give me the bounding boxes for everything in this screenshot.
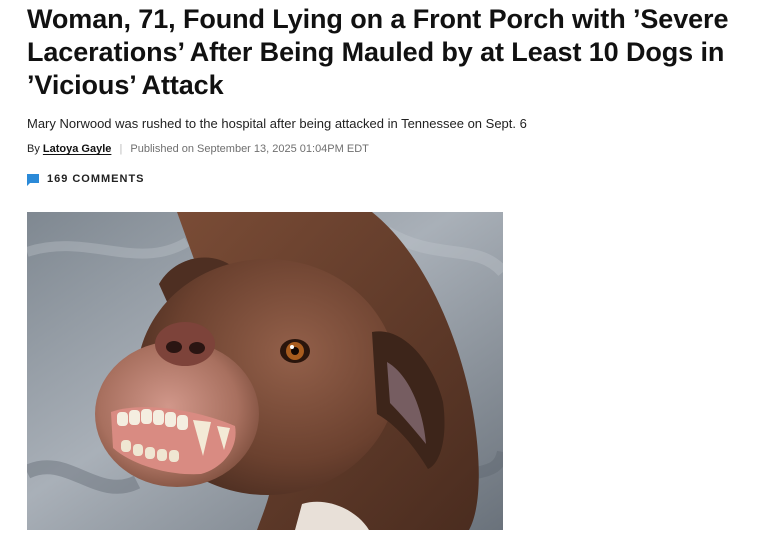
comments-label: COMMENTS bbox=[72, 173, 145, 185]
article-subheading: Mary Norwood was rushed to the hospital … bbox=[27, 116, 527, 131]
dog-eye bbox=[280, 339, 310, 363]
author-link[interactable]: Latoya Gayle bbox=[43, 143, 111, 155]
byline-separator: | bbox=[119, 143, 123, 155]
article-photo bbox=[27, 212, 503, 530]
article-headline: Woman, 71, Found Lying on a Front Porch … bbox=[27, 4, 729, 100]
comments-link[interactable]: 169 COMMENTS bbox=[27, 172, 145, 186]
comment-bubble-icon-svg bbox=[27, 174, 39, 186]
article-page: Woman, 71, Found Lying on a Front Porch … bbox=[0, 0, 768, 533]
byline: By Latoya Gayle | Published on September… bbox=[27, 142, 369, 156]
comment-bubble-icon bbox=[27, 173, 39, 186]
byline-prefix: By bbox=[27, 143, 40, 155]
published-date: Published on September 13, 2025 01:04PM … bbox=[130, 143, 369, 155]
comments-count: 169 bbox=[47, 173, 69, 185]
comments-text: 169 COMMENTS bbox=[47, 172, 145, 186]
comment-bubble-shape bbox=[27, 174, 39, 186]
